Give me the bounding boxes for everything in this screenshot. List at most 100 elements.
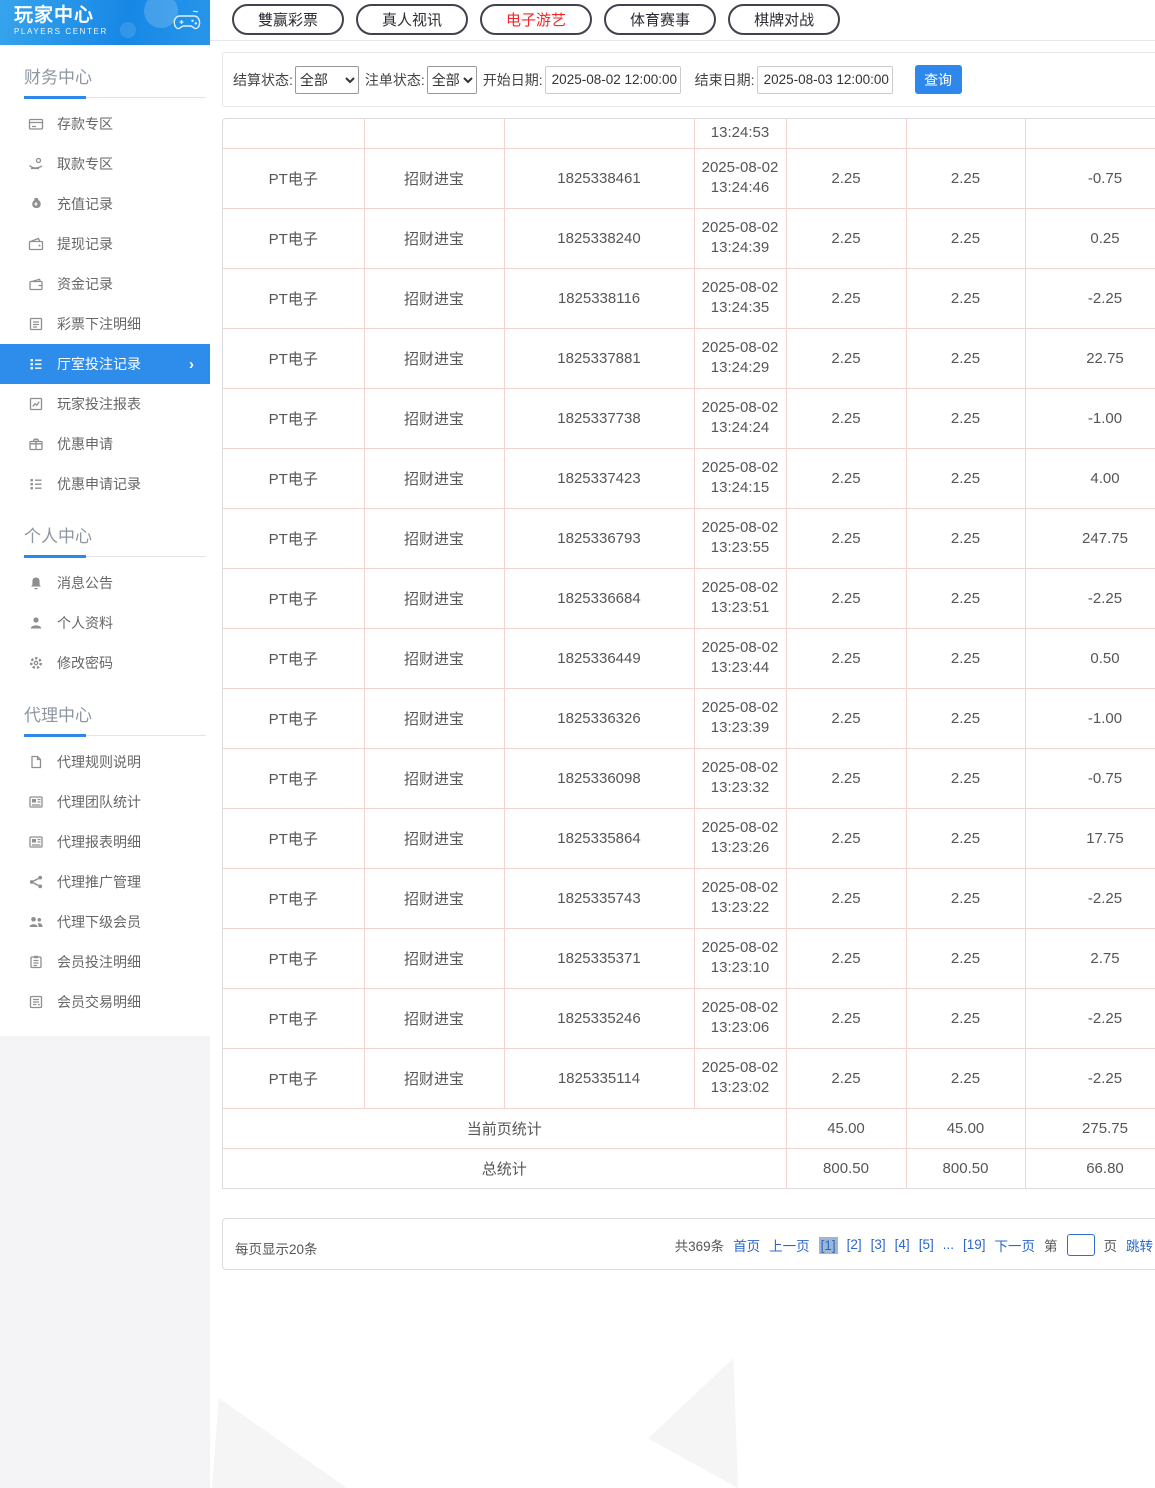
sidebar-item-agent-report[interactable]: 代理报表明细 [0, 822, 210, 862]
sidebar-item-message[interactable]: 消息公告 [0, 563, 210, 603]
sidebar-item-label: 取款专区 [57, 154, 113, 174]
cell-platform: PT电子 [223, 148, 364, 208]
cell-order_no: 1825336449 [504, 628, 694, 688]
cell-bet: 2.25 [786, 688, 906, 748]
page-link-1[interactable]: [1] [819, 1237, 838, 1254]
cell-datetime: 2025-08-02 13:23:02 [694, 1048, 786, 1108]
cell-order_no: 1825335114 [504, 1048, 694, 1108]
cell-bet: 2.25 [786, 388, 906, 448]
cell-datetime: 2025-08-02 13:23:06 [694, 988, 786, 1048]
sidebar: 玩家中心 PLAYERS CENTER 财务中心存款专区取款专区充值记录提现记录… [0, 0, 210, 1488]
cell-bet: 2.25 [786, 808, 906, 868]
page-link-2[interactable]: [2] [847, 1237, 862, 1254]
nav-tab-3[interactable]: 电子游艺 [480, 4, 592, 35]
sidebar-item-withdrawal-record[interactable]: 提现记录 [0, 224, 210, 264]
settle-status-select[interactable]: 全部 [295, 66, 359, 94]
end-date-input[interactable] [757, 66, 893, 94]
table-row: PT电子招财进宝18253353712025-08-02 13:23:102.2… [223, 928, 1155, 988]
page-link-3[interactable]: [3] [871, 1237, 886, 1254]
sidebar-item-lottery-bet-detail[interactable]: 彩票下注明细 [0, 304, 210, 344]
cell-platform: PT电子 [223, 748, 364, 808]
sidebar-item-label: 消息公告 [57, 573, 113, 593]
topbar-divider [210, 40, 1155, 41]
cell-bet: 2.25 [786, 148, 906, 208]
sidebar-item-profile[interactable]: 个人资料 [0, 603, 210, 643]
jump-button[interactable]: 跳转 [1126, 1235, 1153, 1255]
cell-bet: 2.25 [786, 928, 906, 988]
sidebar-item-agent-team[interactable]: 代理团队统计 [0, 782, 210, 822]
sidebar-item-label: 充值记录 [57, 194, 113, 214]
cell-datetime: 2025-08-02 13:23:10 [694, 928, 786, 988]
prev-page-link[interactable]: 上一页 [769, 1235, 810, 1255]
sidebar-item-recharge-record[interactable]: 充值记录 [0, 184, 210, 224]
cell-bet: 2.25 [786, 748, 906, 808]
sidebar-item-label: 代理团队统计 [57, 792, 141, 812]
sidebar-item-withdraw[interactable]: 取款专区 [0, 144, 210, 184]
page-ellipsis: ... [943, 1237, 954, 1254]
table-row: 13:24:53 [223, 119, 1155, 148]
page-summary-valid-bet: 45.00 [906, 1108, 1025, 1148]
cell-order_no: 1825335371 [504, 928, 694, 988]
pager: 共369条 首页 上一页 [1][2][3][4][5]...[19] 下一页 … [675, 1234, 1153, 1256]
sidebar-item-deposit[interactable]: 存款专区 [0, 104, 210, 144]
nav-tab-5[interactable]: 棋牌对战 [728, 4, 840, 35]
page-link-4[interactable]: [4] [895, 1237, 910, 1254]
nav-tab-1[interactable]: 雙赢彩票 [232, 4, 344, 35]
game-category-nav: 雙赢彩票真人视讯电子游艺体育赛事棋牌对战 [232, 4, 840, 35]
cell-platform: PT电子 [223, 448, 364, 508]
cell-order_no: 1825337881 [504, 328, 694, 388]
table-row: PT电子招财进宝18253384612025-08-02 13:24:462.2… [223, 148, 1155, 208]
jump-page-input[interactable] [1067, 1234, 1095, 1256]
start-date-input[interactable] [545, 66, 681, 94]
sidebar-item-password[interactable]: 修改密码 [0, 643, 210, 683]
cell-valid: 2.25 [906, 508, 1025, 568]
sidebar-item-promo-apply-record[interactable]: 优惠申请记录 [0, 464, 210, 504]
cell-datetime: 2025-08-02 13:24:35 [694, 268, 786, 328]
sidebar-item-promo-apply[interactable]: 优惠申请 [0, 424, 210, 464]
cell-order_no: 1825336793 [504, 508, 694, 568]
cell-platform: PT电子 [223, 208, 364, 268]
nav-tab-2[interactable]: 真人视讯 [356, 4, 468, 35]
table-row: PT电子招财进宝18253367932025-08-02 13:23:552.2… [223, 508, 1155, 568]
sidebar-item-label: 资金记录 [57, 274, 113, 294]
gamepad-icon [172, 10, 202, 37]
sidebar-item-member-trade[interactable]: 会员交易明细 [0, 982, 210, 1022]
cell-winloss: 22.75 [1025, 328, 1155, 388]
cell-game: 招财进宝 [364, 208, 504, 268]
table-row: PT电子招财进宝18253366842025-08-02 13:23:512.2… [223, 568, 1155, 628]
cell-winloss: -2.25 [1025, 1048, 1155, 1108]
sidebar-item-agent-rules[interactable]: 代理规则说明 [0, 742, 210, 782]
cell-winloss [1025, 119, 1155, 148]
page-link-19[interactable]: [19] [963, 1237, 986, 1254]
cell-order_no: 1825336684 [504, 568, 694, 628]
cell-bet: 2.25 [786, 328, 906, 388]
cell-game: 招财进宝 [364, 328, 504, 388]
page-link-5[interactable]: [5] [919, 1237, 934, 1254]
cell-order_no: 1825337423 [504, 448, 694, 508]
sidebar-item-hall-bet-record[interactable]: 厅室投注记录› [0, 344, 210, 384]
cell-winloss: 2.75 [1025, 928, 1155, 988]
promo-apply-record-icon [28, 476, 44, 492]
search-button[interactable]: 查询 [915, 65, 962, 94]
sidebar-item-label: 优惠申请 [57, 434, 113, 454]
next-page-link[interactable]: 下一页 [995, 1235, 1036, 1255]
sidebar-item-agent-members[interactable]: 代理下级会员 [0, 902, 210, 942]
jump-suffix-label: 页 [1104, 1235, 1118, 1255]
order-status-select[interactable]: 全部 [427, 66, 477, 94]
cell-platform: PT电子 [223, 928, 364, 988]
cell-datetime: 13:24:53 [694, 119, 786, 148]
first-page-link[interactable]: 首页 [733, 1235, 760, 1255]
sidebar-item-player-bet-report[interactable]: 玩家投注报表 [0, 384, 210, 424]
nav-tab-4[interactable]: 体育赛事 [604, 4, 716, 35]
cell-valid: 2.25 [906, 448, 1025, 508]
sidebar-item-agent-promote[interactable]: 代理推广管理 [0, 862, 210, 902]
cell-datetime: 2025-08-02 13:23:26 [694, 808, 786, 868]
cell-order_no: 1825336326 [504, 688, 694, 748]
sidebar-item-funds-record[interactable]: 资金记录 [0, 264, 210, 304]
recharge-record-icon [28, 196, 44, 212]
cell-game: 招财进宝 [364, 448, 504, 508]
withdrawal-record-icon [28, 236, 44, 252]
agent-report-icon [28, 834, 44, 850]
sidebar-section: 个人中心消息公告个人资料修改密码 [0, 506, 210, 683]
sidebar-item-member-bet[interactable]: 会员投注明细 [0, 942, 210, 982]
